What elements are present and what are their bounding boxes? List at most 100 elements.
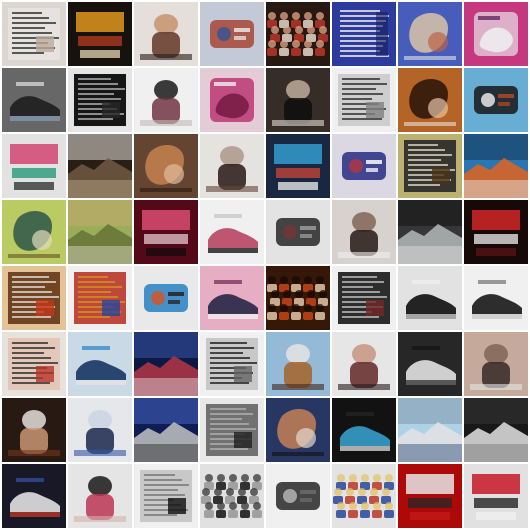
- thumbnail-tile: [68, 332, 132, 396]
- thumbnail-tile: [266, 134, 330, 198]
- thumbnail-image: [68, 200, 132, 264]
- thumbnail-image: [266, 200, 330, 264]
- thumbnail-image: [398, 134, 462, 198]
- thumbnail-tile: [464, 2, 528, 66]
- thumbnail-tile: [332, 332, 396, 396]
- thumbnail-tile: [332, 68, 396, 132]
- thumbnail-image: [2, 2, 66, 66]
- thumbnail-image: [200, 332, 264, 396]
- thumbnail-tile: [266, 68, 330, 132]
- thumbnail-image: [200, 200, 264, 264]
- thumbnail-tile: [134, 266, 198, 330]
- thumbnail-image: [68, 2, 132, 66]
- thumbnail-tile: [266, 200, 330, 264]
- thumbnail-image: [2, 464, 66, 528]
- thumbnail-image: [332, 266, 396, 330]
- thumbnail-tile: [68, 398, 132, 462]
- thumbnail-image: [2, 398, 66, 462]
- thumbnail-tile: [266, 398, 330, 462]
- thumbnail-image: [68, 464, 132, 528]
- thumbnail-tile: [68, 134, 132, 198]
- thumbnail-tile: [200, 2, 264, 66]
- thumbnail-image: [68, 398, 132, 462]
- thumbnail-tile: [464, 200, 528, 264]
- thumbnail-image: [68, 68, 132, 132]
- thumbnail-tile: [266, 266, 330, 330]
- thumbnail-tile: [464, 266, 528, 330]
- thumbnail-image: [464, 464, 528, 528]
- thumbnail-tile: [2, 398, 66, 462]
- thumbnail-image: [332, 2, 396, 66]
- thumbnail-image: [134, 464, 198, 528]
- thumbnail-image: [398, 464, 462, 528]
- thumbnail-tile: [134, 200, 198, 264]
- thumbnail-image: [332, 464, 396, 528]
- thumbnail-image: [200, 134, 264, 198]
- thumbnail-image: [134, 332, 198, 396]
- thumbnail-image: [2, 134, 66, 198]
- thumbnail-image: [266, 266, 330, 330]
- thumbnail-tile: [2, 464, 66, 528]
- thumbnail-image: [2, 266, 66, 330]
- thumbnail-image: [332, 68, 396, 132]
- thumbnail-tile: [134, 2, 198, 66]
- thumbnail-tile: [398, 2, 462, 66]
- thumbnail-tile: [2, 2, 66, 66]
- thumbnail-tile: [332, 200, 396, 264]
- thumbnail-tile: [464, 68, 528, 132]
- thumbnail-image: [134, 266, 198, 330]
- thumbnail-image: [68, 266, 132, 330]
- thumbnail-tile: [464, 134, 528, 198]
- thumbnail-image: [134, 398, 198, 462]
- thumbnail-image: [200, 398, 264, 462]
- thumbnail-image: [398, 68, 462, 132]
- thumbnail-tile: [398, 134, 462, 198]
- thumbnail-image: [2, 68, 66, 132]
- thumbnail-tile: [398, 200, 462, 264]
- thumbnail-image: [266, 2, 330, 66]
- thumbnail-tile: [2, 266, 66, 330]
- thumbnail-tile: [398, 398, 462, 462]
- thumbnail-tile: [68, 266, 132, 330]
- thumbnail-image: [464, 68, 528, 132]
- thumbnail-tile: [464, 332, 528, 396]
- thumbnail-image: [200, 68, 264, 132]
- thumbnail-tile: [464, 398, 528, 462]
- thumbnail-image: [332, 200, 396, 264]
- thumbnail-image: [332, 134, 396, 198]
- thumbnail-tile: [134, 464, 198, 528]
- thumbnail-tile: [2, 134, 66, 198]
- thumbnail-image: [464, 398, 528, 462]
- thumbnail-image: [398, 398, 462, 462]
- thumbnail-tile: [464, 464, 528, 528]
- thumbnail-image: [68, 332, 132, 396]
- thumbnail-image: [464, 134, 528, 198]
- thumbnail-image: [398, 266, 462, 330]
- thumbnail-image: [134, 200, 198, 264]
- thumbnail-image: [134, 134, 198, 198]
- thumbnail-image: [398, 2, 462, 66]
- thumbnail-image: [464, 200, 528, 264]
- thumbnail-image: [398, 332, 462, 396]
- thumbnail-tile: [2, 200, 66, 264]
- thumbnail-image: [68, 134, 132, 198]
- thumbnail-tile: [266, 332, 330, 396]
- thumbnail-tile: [2, 68, 66, 132]
- thumbnail-image: [398, 200, 462, 264]
- thumbnail-image: [332, 398, 396, 462]
- thumbnail-tile: [398, 266, 462, 330]
- thumbnail-tile: [398, 68, 462, 132]
- thumbnail-image: [464, 2, 528, 66]
- thumbnail-tile: [398, 464, 462, 528]
- thumbnail-image: [134, 68, 198, 132]
- thumbnail-tile: [134, 134, 198, 198]
- thumbnail-tile: [332, 464, 396, 528]
- thumbnail-image: [332, 332, 396, 396]
- thumbnail-tile: [332, 134, 396, 198]
- thumbnail-tile: [398, 332, 462, 396]
- thumbnail-image: [200, 2, 264, 66]
- thumbnail-image: [134, 2, 198, 66]
- thumbnail-tile: [332, 2, 396, 66]
- thumbnail-tile: [200, 200, 264, 264]
- thumbnail-image: [266, 134, 330, 198]
